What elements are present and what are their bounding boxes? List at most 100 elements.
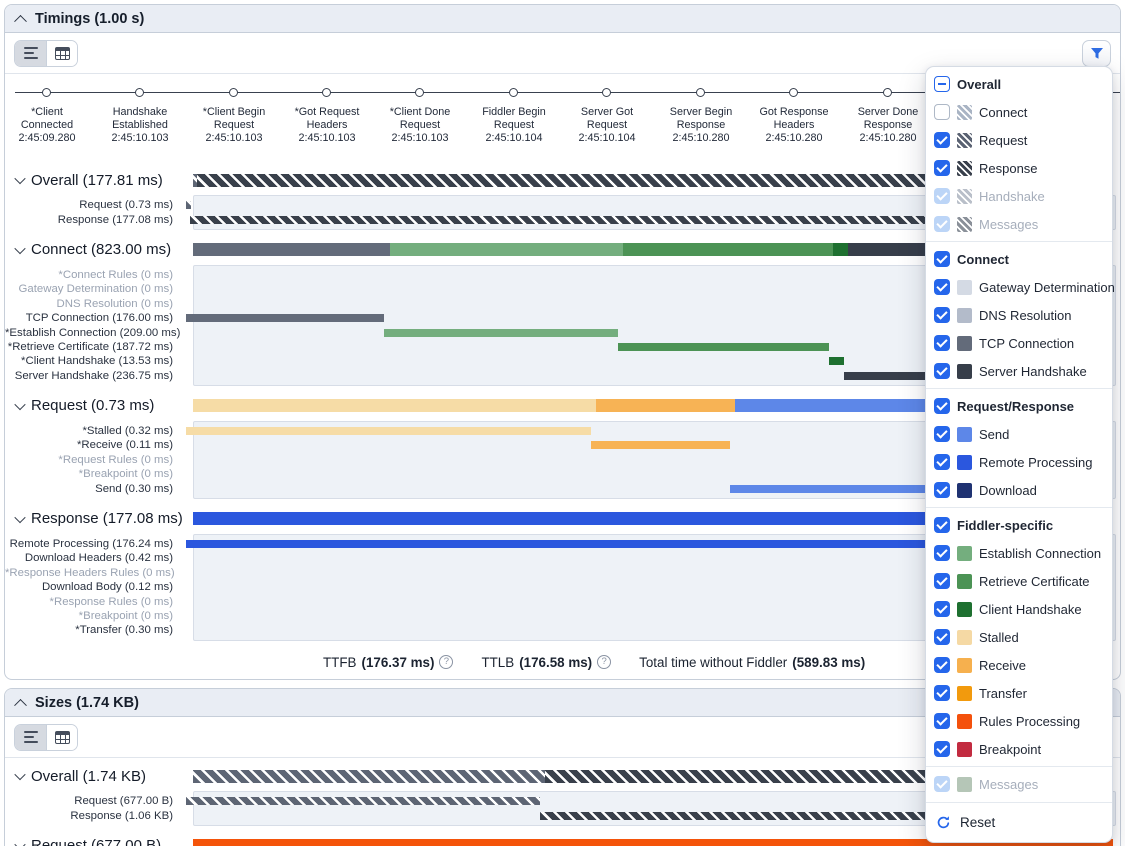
checkbox[interactable] bbox=[934, 741, 950, 757]
waterfall-view-button[interactable] bbox=[15, 725, 46, 750]
timing-row-bar bbox=[186, 201, 191, 209]
filter-menu-item[interactable]: Fiddler-specific bbox=[926, 511, 1112, 539]
filter-funnel-icon bbox=[1090, 47, 1104, 60]
timeline-milestone: *Client Done Request 2:45:10.103 bbox=[368, 80, 472, 145]
filter-menu-item[interactable]: Response bbox=[926, 154, 1112, 182]
section-connect-toggle[interactable]: Connect (823.00 ms) bbox=[5, 241, 193, 258]
timing-row-bar bbox=[591, 441, 730, 449]
checkbox[interactable] bbox=[934, 188, 950, 204]
filter-item-label: Request/Response bbox=[957, 399, 1074, 414]
milestone-dot-icon bbox=[229, 88, 238, 97]
filter-item-label: Send bbox=[979, 427, 1009, 442]
filter-dropdown-menu: Overall Connect Request Respo bbox=[925, 66, 1113, 843]
filter-item-label: Download bbox=[979, 483, 1037, 498]
filter-menu-item[interactable]: Handshake bbox=[926, 182, 1112, 210]
section-overall-toggle[interactable]: Overall (177.81 ms) bbox=[5, 172, 193, 189]
section-response-toggle[interactable]: Response (177.08 ms) bbox=[5, 510, 193, 527]
checkbox[interactable] bbox=[934, 482, 950, 498]
filter-reset-button[interactable]: Reset bbox=[926, 806, 1112, 838]
filter-menu-item[interactable]: Request/Response bbox=[926, 392, 1112, 420]
table-view-icon bbox=[55, 731, 70, 744]
filter-menu-item[interactable]: Transfer bbox=[926, 679, 1112, 707]
sizes-section-overall-toggle[interactable]: Overall (1.74 KB) bbox=[5, 768, 193, 785]
checkbox[interactable] bbox=[934, 454, 950, 470]
filter-menu-item[interactable]: Rules Processing bbox=[926, 707, 1112, 735]
bar-segment bbox=[193, 243, 390, 256]
chevron-down-icon bbox=[14, 839, 25, 846]
checkbox[interactable] bbox=[934, 335, 950, 351]
section-request-toggle[interactable]: Request (0.73 ms) bbox=[5, 397, 193, 414]
checkbox[interactable] bbox=[934, 132, 950, 148]
filter-button[interactable] bbox=[1082, 40, 1111, 67]
checkbox[interactable] bbox=[934, 104, 950, 120]
checkbox[interactable] bbox=[934, 398, 950, 414]
filter-menu-item[interactable]: Overall bbox=[926, 70, 1112, 98]
color-swatch bbox=[957, 574, 972, 589]
color-swatch bbox=[957, 364, 972, 379]
filter-menu-item[interactable]: Request bbox=[926, 126, 1112, 154]
table-view-button[interactable] bbox=[46, 41, 77, 66]
filter-menu-item[interactable]: Messages bbox=[926, 210, 1112, 238]
waterfall-view-icon bbox=[24, 47, 38, 59]
filter-menu-item[interactable]: Establish Connection bbox=[926, 539, 1112, 567]
checkbox[interactable] bbox=[934, 426, 950, 442]
checkbox[interactable] bbox=[934, 657, 950, 673]
milestone-dot-icon bbox=[509, 88, 518, 97]
color-swatch bbox=[957, 105, 972, 120]
filter-menu-item[interactable]: Gateway Determination bbox=[926, 273, 1112, 301]
filter-menu-item[interactable]: Server Handshake bbox=[926, 357, 1112, 385]
checkbox[interactable] bbox=[934, 629, 950, 645]
timings-panel-header[interactable]: Timings (1.00 s) bbox=[5, 5, 1120, 33]
checkbox[interactable] bbox=[934, 713, 950, 729]
checkbox[interactable] bbox=[934, 573, 950, 589]
color-swatch bbox=[957, 602, 972, 617]
filter-menu-item[interactable]: Messages bbox=[926, 770, 1112, 798]
bar-segment bbox=[833, 243, 848, 256]
filter-item-label: Overall bbox=[957, 77, 1001, 92]
waterfall-view-button[interactable] bbox=[15, 41, 46, 66]
filter-menu-item[interactable]: Client Handshake bbox=[926, 595, 1112, 623]
filter-item-label: Handshake bbox=[979, 189, 1045, 204]
filter-menu-item[interactable]: Receive bbox=[926, 651, 1112, 679]
checkbox[interactable] bbox=[934, 545, 950, 561]
checkbox[interactable] bbox=[934, 685, 950, 701]
help-icon[interactable] bbox=[597, 655, 611, 669]
filter-menu-item[interactable]: Send bbox=[926, 420, 1112, 448]
total-without-fiddler-metric: Total time without Fiddler (589.83 ms) bbox=[639, 655, 865, 670]
checkbox[interactable] bbox=[934, 216, 950, 232]
filter-item-label: Stalled bbox=[979, 630, 1019, 645]
checkbox[interactable] bbox=[934, 363, 950, 379]
checkbox[interactable] bbox=[934, 251, 950, 267]
timing-row-bar bbox=[186, 314, 384, 322]
table-view-button[interactable] bbox=[46, 725, 77, 750]
checkbox[interactable] bbox=[934, 307, 950, 323]
filter-item-label: Fiddler-specific bbox=[957, 518, 1053, 533]
color-swatch bbox=[957, 189, 972, 204]
filter-menu-item[interactable]: Connect bbox=[926, 98, 1112, 126]
sizes-section-request-toggle[interactable]: Request (677.00 B) bbox=[5, 837, 193, 846]
filter-menu-item[interactable]: Download bbox=[926, 476, 1112, 504]
bar-segment bbox=[596, 399, 735, 412]
table-view-icon bbox=[55, 47, 70, 60]
checkbox[interactable] bbox=[934, 76, 950, 92]
color-swatch bbox=[957, 336, 972, 351]
filter-menu-item[interactable]: Breakpoint bbox=[926, 735, 1112, 763]
checkbox[interactable] bbox=[934, 601, 950, 617]
checkbox[interactable] bbox=[934, 517, 950, 533]
filter-menu-item[interactable]: TCP Connection bbox=[926, 329, 1112, 357]
milestone-dot-icon bbox=[415, 88, 424, 97]
filter-item-label: Messages bbox=[979, 217, 1038, 232]
filter-item-label: TCP Connection bbox=[979, 336, 1074, 351]
filter-menu-item[interactable]: Connect bbox=[926, 245, 1112, 273]
checkbox[interactable] bbox=[934, 776, 950, 792]
filter-menu-item[interactable]: Retrieve Certificate bbox=[926, 567, 1112, 595]
checkbox[interactable] bbox=[934, 279, 950, 295]
filter-menu-item[interactable]: Remote Processing bbox=[926, 448, 1112, 476]
checkbox[interactable] bbox=[934, 160, 950, 176]
filter-menu-item[interactable]: DNS Resolution bbox=[926, 301, 1112, 329]
filter-menu-item[interactable]: Stalled bbox=[926, 623, 1112, 651]
view-toggle-group bbox=[14, 40, 78, 67]
timings-panel-title: Timings (1.00 s) bbox=[35, 11, 144, 27]
collapse-chevron-up-icon bbox=[14, 15, 27, 28]
help-icon[interactable] bbox=[439, 655, 453, 669]
